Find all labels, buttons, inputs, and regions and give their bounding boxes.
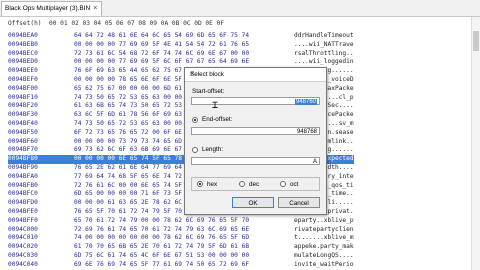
end-offset-radio[interactable] — [192, 117, 198, 123]
row-hex-bytes[interactable]: 64 64 72 48 61 6E 64 6C 65 54 69 6D 65 6… — [74, 32, 294, 41]
hex-row[interactable]: 0094BEA0 64 64 72 48 61 6E 64 6C 65 54 69… — [8, 32, 354, 41]
row-offset[interactable]: 0094BF40 — [8, 120, 74, 129]
hex-row[interactable]: 0094C010 74 00 00 00 00 00 00 00 78 62 6C… — [8, 234, 354, 243]
hex-row[interactable]: 0094BFF0 65 70 61 72 74 79 00 00 78 62 6C… — [8, 217, 354, 226]
hex-row[interactable]: 0094C020 61 70 70 65 6B 65 2E 70 61 72 74… — [8, 243, 354, 252]
row-hex-bytes[interactable]: 72 73 61 6C 54 68 72 6F 74 74 6C 69 6E 6… — [74, 50, 294, 59]
close-icon[interactable]: × — [190, 69, 322, 78]
row-ascii[interactable]: rivatepartyclien — [294, 226, 354, 235]
row-hex-bytes[interactable]: 69 6E 76 69 74 65 5F 77 61 69 74 50 65 7… — [74, 261, 294, 270]
row-offset[interactable]: 0094BF10 — [8, 94, 74, 103]
row-ascii[interactable]: t.......xblive_m — [294, 234, 354, 243]
start-offset-field[interactable]: 948760 — [191, 97, 320, 105]
row-hex-bytes[interactable]: 00 00 00 00 77 69 69 5F 4E 41 54 54 72 6… — [74, 41, 294, 50]
radix-hex-label: hex — [207, 181, 218, 188]
radix-oct-radio[interactable] — [280, 181, 286, 187]
end-offset-label: End-offset: — [202, 116, 233, 123]
end-offset-field[interactable]: 948768 — [191, 127, 320, 135]
row-offset[interactable]: 0094BFB0 — [8, 182, 74, 191]
row-ascii[interactable]: invite_waitPerio — [294, 261, 354, 270]
hex-row[interactable]: 0094BEC0 72 73 61 6C 54 68 72 6F 74 74 6C… — [8, 50, 354, 59]
row-offset[interactable]: 0094BF30 — [8, 111, 74, 120]
radix-dec-radio[interactable] — [239, 181, 245, 187]
row-hex-bytes[interactable]: 00 00 00 00 77 69 69 5F 6C 6F 67 67 65 6… — [74, 58, 294, 67]
row-offset[interactable]: 0094C000 — [8, 226, 74, 235]
row-hex-bytes[interactable]: 6D 75 6C 61 74 65 4C 6F 6E 67 51 53 00 0… — [74, 252, 294, 261]
row-offset[interactable]: 0094BFF0 — [8, 217, 74, 226]
row-offset[interactable]: 0094C030 — [8, 252, 74, 261]
tab-bar: Black Ops Multiplayer (3).BIN × — [0, 0, 480, 17]
hex-row[interactable]: 0094BED0 00 00 00 00 77 69 69 5F 6C 6F 67… — [8, 58, 354, 67]
row-offset[interactable]: 0094BF90 — [8, 164, 74, 173]
close-icon[interactable]: × — [93, 2, 97, 16]
ok-button[interactable]: OK — [232, 197, 274, 208]
row-offset[interactable]: 0094C040 — [8, 261, 74, 270]
row-offset[interactable]: 0094BEF0 — [8, 76, 74, 85]
row-ascii[interactable]: ....wii_loggedin — [294, 58, 354, 67]
row-offset[interactable]: 0094BF00 — [8, 85, 74, 94]
select-block-dialog: Select block × Start-offset: 948760 End-… — [184, 67, 327, 215]
row-offset[interactable]: 0094BF20 — [8, 102, 74, 111]
hex-row[interactable]: 0094C040 69 6E 76 69 74 65 5F 77 61 69 74… — [8, 261, 354, 270]
hex-row[interactable]: 0094C000 72 69 76 61 74 65 70 61 72 74 79… — [8, 226, 354, 235]
row-offset[interactable]: 0094BF50 — [8, 129, 74, 138]
row-offset[interactable]: 0094C020 — [8, 243, 74, 252]
row-offset[interactable]: 0094C010 — [8, 234, 74, 243]
row-offset[interactable]: 0094BED0 — [8, 58, 74, 67]
radix-hex-radio[interactable] — [197, 181, 203, 187]
row-offset[interactable]: 0094BF70 — [8, 146, 74, 155]
radix-oct-label: oct — [290, 181, 299, 188]
row-offset[interactable]: 0094BFC0 — [8, 190, 74, 199]
scrollbar-thumb[interactable] — [473, 31, 479, 51]
row-offset[interactable]: 0094BFD0 — [8, 199, 74, 208]
row-offset[interactable]: 0094BEA0 — [8, 32, 74, 41]
length-field[interactable]: A — [191, 157, 320, 165]
row-hex-bytes[interactable]: 72 69 76 61 74 65 70 61 72 74 79 63 6C 6… — [74, 226, 294, 235]
row-offset[interactable]: 0094BF80 — [8, 155, 74, 164]
column-header: Offset(h) 00 01 02 03 04 05 06 07 08 09 … — [8, 20, 225, 27]
row-hex-bytes[interactable]: 61 70 70 65 6B 65 2E 70 61 72 74 79 5F 6… — [74, 243, 294, 252]
row-offset[interactable]: 0094BFA0 — [8, 173, 74, 182]
row-offset[interactable]: 0094BFE0 — [8, 208, 74, 217]
start-offset-label: Start-offset: — [192, 88, 225, 95]
mouse-cursor-icon: ⌶ — [212, 100, 219, 111]
row-offset[interactable]: 0094BEC0 — [8, 50, 74, 59]
row-ascii[interactable]: mulateLongQS.... — [294, 252, 354, 261]
length-radio[interactable] — [192, 147, 198, 153]
row-offset[interactable]: 0094BEE0 — [8, 67, 74, 76]
row-hex-bytes[interactable]: 74 00 00 00 00 00 00 00 78 62 6C 69 76 6… — [74, 234, 294, 243]
row-offset[interactable]: 0094BEB0 — [8, 41, 74, 50]
dialog-titlebar: Select block × — [185, 68, 326, 82]
tab-file[interactable]: Black Ops Multiplayer (3).BIN × — [1, 1, 103, 16]
cancel-button[interactable]: Cancel — [278, 197, 320, 208]
row-hex-bytes[interactable]: 65 70 61 72 74 79 00 00 78 62 6C 69 76 6… — [74, 217, 294, 226]
row-ascii[interactable]: ....wii_NATTrave — [294, 41, 354, 50]
row-offset[interactable]: 0094BF60 — [8, 138, 74, 147]
length-label: Length: — [202, 146, 224, 153]
hex-row[interactable]: 0094C030 6D 75 6C 61 74 65 4C 6F 6E 67 51… — [8, 252, 354, 261]
vertical-scrollbar[interactable] — [471, 17, 480, 270]
radix-dec-label: dec — [249, 181, 260, 188]
hex-row[interactable]: 0094BEB0 00 00 00 00 77 69 69 5F 4E 41 54… — [8, 41, 354, 50]
row-ascii[interactable]: eparty..xblive_p — [294, 217, 354, 226]
tab-title: Black Ops Multiplayer (3).BIN — [5, 5, 91, 12]
row-ascii[interactable]: ddrHandleTimeout — [294, 32, 354, 41]
row-ascii[interactable]: rsalThrottling.. — [294, 50, 354, 59]
row-ascii[interactable]: appeke.party_mak — [294, 243, 354, 252]
radix-group: hex dec oct — [191, 177, 320, 191]
